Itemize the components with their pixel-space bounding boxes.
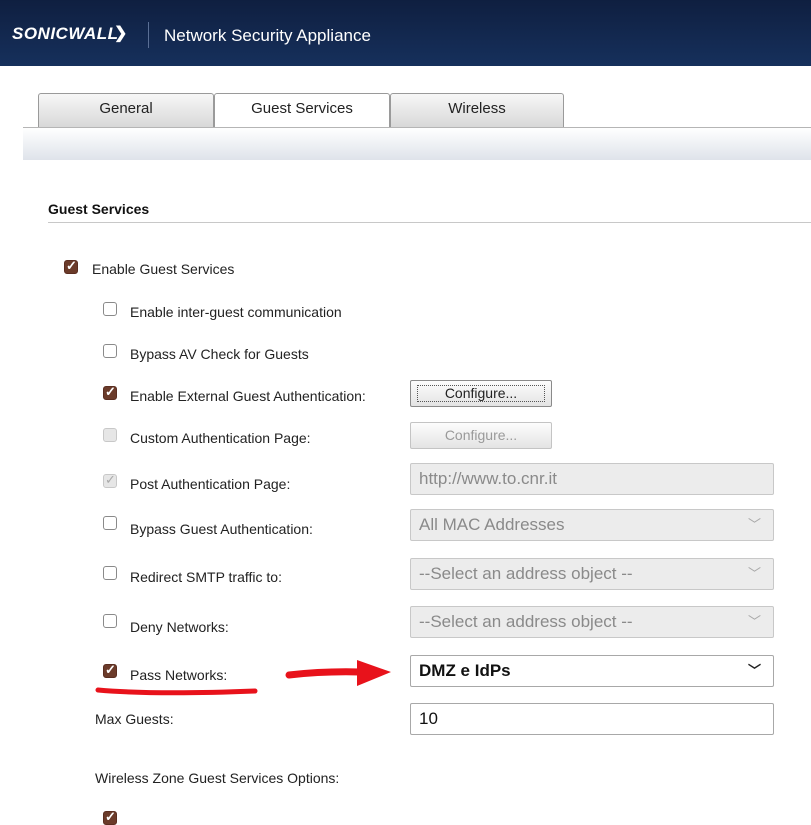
- bypass-guest-auth-checkbox[interactable]: [103, 516, 117, 530]
- deny-networks-select[interactable]: --Select an address object -- ﹀: [410, 606, 774, 638]
- redirect-smtp-value: --Select an address object --: [419, 564, 633, 583]
- tab-general[interactable]: General: [38, 93, 214, 127]
- post-auth-url-input[interactable]: http://www.to.cnr.it: [410, 463, 774, 495]
- wireless-option-checkbox[interactable]: [103, 809, 117, 825]
- max-guests-input[interactable]: 10: [410, 703, 774, 735]
- pass-networks-select[interactable]: DMZ e IdPs ﹀: [410, 655, 774, 687]
- sonicwall-logo: SONICWALL: [12, 24, 119, 43]
- bypass-guest-auth-value: All MAC Addresses: [419, 515, 565, 534]
- custom-auth-configure-button[interactable]: Configure...: [410, 422, 552, 449]
- bypass-guest-auth-label: Bypass Guest Authentication:: [130, 521, 313, 537]
- logo-chevron-icon: ❯: [114, 25, 128, 42]
- bypass-av-checkbox[interactable]: [103, 344, 117, 358]
- custom-auth-page-checkbox[interactable]: [103, 428, 117, 442]
- redirect-smtp-checkbox[interactable]: [103, 566, 117, 580]
- deny-networks-value: --Select an address object --: [419, 612, 633, 631]
- redirect-smtp-label: Redirect SMTP traffic to:: [130, 569, 282, 585]
- custom-auth-page-label: Custom Authentication Page:: [130, 430, 311, 446]
- tab-guest-services[interactable]: Guest Services: [214, 93, 390, 129]
- inter-guest-label: Enable inter-guest communication: [130, 304, 342, 320]
- external-auth-label: Enable External Guest Authentication:: [130, 388, 366, 404]
- tab-content-band: [23, 128, 811, 160]
- external-auth-configure-button[interactable]: Configure...: [410, 380, 552, 407]
- post-auth-page-checkbox[interactable]: [103, 472, 117, 488]
- pass-networks-checkbox[interactable]: [103, 662, 117, 678]
- enable-guest-services-checkbox[interactable]: [64, 258, 78, 274]
- app-title: Network Security Appliance: [164, 26, 371, 45]
- deny-networks-checkbox[interactable]: [103, 614, 117, 628]
- section-title: Guest Services: [48, 201, 150, 217]
- bypass-av-label: Bypass AV Check for Guests: [130, 346, 309, 362]
- redirect-smtp-select[interactable]: --Select an address object -- ﹀: [410, 558, 774, 590]
- chevron-down-icon: ﹀: [747, 566, 761, 581]
- header-bar: SONICWALL ❯ Network Security Appliance: [0, 0, 811, 66]
- post-auth-page-label: Post Authentication Page:: [130, 476, 291, 492]
- section-divider: [48, 222, 811, 223]
- chevron-down-icon: ﹀: [747, 614, 761, 629]
- pass-networks-label: Pass Networks:: [130, 667, 228, 683]
- wireless-options-heading: Wireless Zone Guest Services Options:: [95, 770, 340, 786]
- red-arrow-annotation: [285, 660, 391, 686]
- chevron-down-icon: ﹀: [747, 517, 761, 532]
- pass-networks-value: DMZ e IdPs: [419, 661, 511, 680]
- chevron-down-icon: ﹀: [747, 663, 761, 678]
- max-guests-label: Max Guests:: [95, 711, 174, 727]
- external-auth-checkbox[interactable]: [103, 384, 117, 400]
- header-divider: [148, 22, 149, 48]
- tab-wireless[interactable]: Wireless: [390, 93, 564, 127]
- enable-guest-services-label: Enable Guest Services: [92, 261, 235, 277]
- deny-networks-label: Deny Networks:: [130, 619, 229, 635]
- red-underline-annotation: [95, 687, 258, 696]
- inter-guest-checkbox[interactable]: [103, 302, 117, 316]
- bypass-guest-auth-select[interactable]: All MAC Addresses ﹀: [410, 509, 774, 541]
